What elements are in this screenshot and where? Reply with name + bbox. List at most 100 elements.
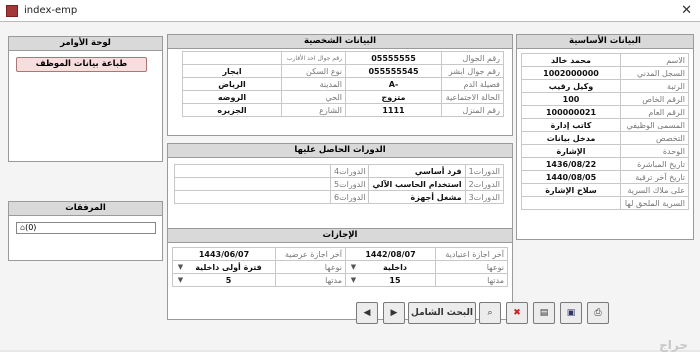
basic-panel: البيانات الأساسية الاسم محمد خالد السجل ا… — [516, 34, 694, 240]
housing-type-value[interactable]: ايجار — [182, 64, 282, 78]
last-regular-leave-label: آخر اجازة اعتيادية — [435, 247, 508, 261]
mobile-value[interactable]: 05555555 — [345, 51, 442, 65]
courses-title: الدورات الحاصل عليها — [168, 144, 512, 158]
chevron-down-icon[interactable]: ▼ — [349, 263, 358, 271]
absher-mobile-value[interactable]: 055555545 — [345, 64, 442, 78]
app-icon — [6, 5, 18, 17]
general-number-label: الرقم العام — [620, 105, 689, 119]
city-label: المدينة — [281, 77, 346, 91]
district-label: الحي — [281, 90, 346, 104]
regular-leave-type-value: داخلية — [383, 262, 407, 272]
print-button[interactable]: ⎙ — [587, 302, 609, 324]
emergency-leave-type-value: فترة أولى داخلية — [195, 262, 262, 272]
marital-status-value[interactable]: متزوج — [345, 90, 442, 104]
last-promotion-value[interactable]: 1440/08/05 — [521, 170, 621, 184]
relative-mobile-label: رقم جوال احد الأقارب — [281, 51, 346, 65]
relative-mobile-value[interactable] — [182, 51, 282, 65]
private-number-label: الرقم الخاص — [620, 92, 689, 106]
next-record-button[interactable]: ▶ — [383, 302, 405, 324]
private-number-value[interactable]: 100 — [521, 92, 621, 106]
company-staff-label: على ملاك السرية — [620, 183, 689, 197]
emergency-leave-duration-label: مدتها — [275, 273, 346, 287]
street-label: الشارع — [281, 103, 346, 117]
house-number-value[interactable]: 1111 — [345, 103, 442, 117]
regular-leave-duration-label: مدتها — [435, 273, 508, 287]
general-number-value[interactable]: 100000021 — [521, 105, 621, 119]
name-label: الاسم — [620, 53, 689, 67]
marital-status-label: الحالة الاجتماعية — [441, 90, 504, 104]
absher-mobile-label: رقم جوال ابشر — [441, 64, 504, 78]
street-value[interactable]: الجزيره — [182, 103, 282, 117]
save-icon: ▣ — [566, 308, 576, 318]
civil-registry-label: السجل المدني — [620, 66, 689, 80]
chevron-down-icon[interactable]: ▼ — [349, 276, 358, 284]
last-regular-leave-value[interactable]: 1442/08/07 — [345, 247, 436, 261]
course-5-value[interactable] — [173, 177, 332, 191]
courses-panel: الدورات الحاصل عليها الدورات1 فرد أساسي ال… — [167, 143, 513, 239]
regular-leave-type-label: نوعها — [435, 260, 508, 274]
blood-type-label: فصيلة الدم — [441, 77, 504, 91]
save-button[interactable]: ▣ — [560, 302, 582, 324]
blood-type-value[interactable]: -A — [345, 77, 442, 91]
district-value[interactable]: الروضه — [182, 90, 282, 104]
course-1-label: الدورات1 — [464, 164, 505, 178]
course-5-label: الدورات5 — [330, 177, 370, 191]
attached-company-value[interactable] — [521, 196, 621, 210]
unit-value[interactable]: الإشارة — [521, 144, 621, 158]
attachments-field[interactable]: ⌂(0) — [16, 222, 156, 234]
mobile-label: رقم الجوال — [441, 51, 504, 65]
course-2-value[interactable]: استخدام الحاسب الآلي — [368, 177, 466, 191]
personal-title: البيانات الشخصية — [168, 35, 512, 49]
city-value[interactable]: الرياض — [182, 77, 282, 91]
basic-title: البيانات الأساسية — [517, 35, 693, 49]
courses-table: الدورات1 فرد أساسي الدورات4 الدورات2 استخدا… — [173, 164, 505, 204]
leaves-table: آخر اجازة اعتيادية 1442/08/07 آخر اجازة عر… — [172, 247, 508, 287]
delete-record-icon: ✖ — [513, 308, 521, 318]
regular-leave-type-select[interactable]: داخلية ▼ — [345, 260, 436, 274]
commands-panel: لوحة الأوامر — [8, 36, 163, 162]
close-icon[interactable]: ✕ — [681, 3, 692, 18]
civil-registry-value[interactable]: 1002000000 — [521, 66, 621, 80]
emergency-leave-duration-select[interactable]: 5 ▼ — [172, 273, 276, 287]
arrow-left-icon: ◀ — [363, 308, 371, 318]
new-record-button[interactable]: ▤ — [533, 302, 555, 324]
course-1-value[interactable]: فرد أساسي — [368, 164, 466, 178]
global-search-button[interactable]: البحث الشامل — [408, 302, 476, 324]
attachments-title: المرفقات — [9, 202, 162, 216]
course-6-value[interactable] — [173, 190, 332, 204]
arrow-right-icon: ▶ — [390, 308, 398, 318]
attached-company-label: السرية الملحق لها — [620, 196, 689, 210]
regular-leave-duration-select[interactable]: 15 ▼ — [345, 273, 436, 287]
job-title-value[interactable]: كاتب إدارة — [521, 118, 621, 132]
specialty-label: التخصص — [620, 131, 689, 145]
search-icon: ⌕ — [487, 308, 493, 318]
title-bar: index-emp ✕ — [0, 0, 700, 22]
emergency-leave-type-label: نوعها — [275, 260, 346, 274]
house-number-label: رقم المنزل — [441, 103, 504, 117]
print-icon: ⎙ — [594, 308, 602, 318]
search-button[interactable]: ⌕ — [479, 302, 501, 324]
last-emergency-leave-value[interactable]: 1443/06/07 — [172, 247, 276, 261]
rank-value[interactable]: وكيل رقيب — [521, 79, 621, 93]
name-value[interactable]: محمد خالد — [521, 53, 621, 67]
regular-leave-duration-value: 15 — [389, 275, 401, 285]
specialty-value[interactable]: مدخل بيانات — [521, 131, 621, 145]
employee-form: لوحة الأوامر طباعة بيانات الموظف المرفقا… — [0, 22, 700, 352]
company-staff-value[interactable]: سلاح الإشارة — [521, 183, 621, 197]
course-4-value[interactable] — [173, 164, 332, 178]
course-3-label: الدورات3 — [464, 190, 505, 204]
last-emergency-leave-label: آخر اجازة عرضية — [275, 247, 346, 261]
unit-label: الوحدة — [620, 144, 689, 158]
start-date-value[interactable]: 1436/08/22 — [521, 157, 621, 171]
print-employee-button[interactable]: طباعة بيانات الموظف — [16, 57, 147, 72]
last-promotion-label: تاريخ آخر ترقية — [620, 170, 689, 184]
course-2-label: الدورات2 — [464, 177, 505, 191]
course-6-label: الدورات6 — [330, 190, 370, 204]
leaves-title: الإجازات — [168, 229, 512, 243]
delete-button[interactable]: ✖ — [506, 302, 528, 324]
prev-record-button[interactable]: ◀ — [356, 302, 378, 324]
course-3-value[interactable]: مشغل أجهزة — [368, 190, 466, 204]
emergency-leave-type-select[interactable]: فترة أولى داخلية ▼ — [172, 260, 276, 274]
chevron-down-icon[interactable]: ▼ — [176, 276, 185, 284]
chevron-down-icon[interactable]: ▼ — [176, 263, 185, 271]
